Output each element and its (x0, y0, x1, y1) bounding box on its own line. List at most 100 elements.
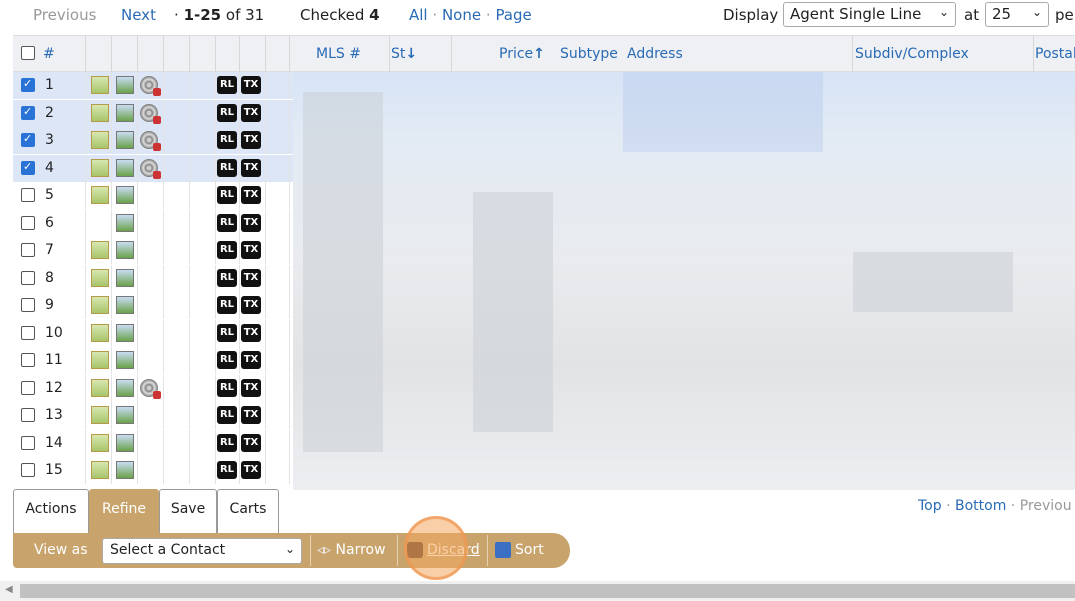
display-select[interactable]: Agent Single Line ⌄ (783, 2, 956, 27)
photo-alt-icon[interactable] (116, 131, 134, 149)
photo-icon[interactable] (91, 241, 109, 259)
row-checkbox[interactable] (21, 380, 35, 395)
row-checkbox[interactable] (21, 215, 35, 230)
tx-tag[interactable]: TX (241, 131, 261, 149)
film-reel-icon[interactable] (140, 158, 161, 179)
header-subtype[interactable]: Subtype (560, 46, 618, 62)
photo-icon[interactable] (91, 433, 109, 452)
film-reel-icon[interactable] (140, 103, 161, 124)
table-row[interactable]: 7 RL TX (13, 237, 293, 264)
table-row[interactable]: 9 RL TX (13, 292, 293, 319)
tab-carts[interactable]: Carts (217, 489, 279, 533)
table-row[interactable]: 11 RL TX (13, 347, 293, 374)
row-checkbox[interactable] (21, 298, 35, 312)
narrow-button[interactable]: ◃▹ Narrow (317, 542, 386, 558)
table-row[interactable]: 13 RL TX (13, 402, 293, 429)
rl-tag[interactable]: RL (217, 433, 237, 452)
per-page-select[interactable]: 25 ⌄ (985, 2, 1049, 27)
tx-tag[interactable]: TX (241, 296, 261, 314)
rl-tag[interactable]: RL (217, 241, 237, 259)
photo-alt-icon[interactable] (116, 296, 134, 314)
photo-icon[interactable] (91, 186, 109, 204)
photo-icon[interactable] (91, 268, 109, 287)
film-reel-icon[interactable] (140, 76, 161, 96)
row-checkbox[interactable] (21, 188, 35, 202)
photo-icon[interactable] (91, 296, 109, 314)
tx-tag[interactable]: TX (241, 76, 261, 94)
horizontal-scrollbar[interactable]: ◀ (0, 581, 1075, 601)
row-checkbox[interactable] (21, 408, 35, 422)
tx-tag[interactable]: TX (241, 433, 261, 452)
tx-tag[interactable]: TX (241, 378, 261, 397)
photo-alt-icon[interactable] (116, 268, 134, 287)
scroll-left-icon[interactable]: ◀ (5, 584, 13, 595)
photo-icon[interactable] (91, 461, 109, 479)
photo-icon[interactable] (91, 378, 109, 397)
row-checkbox[interactable] (21, 77, 35, 92)
tab-actions[interactable]: Actions (13, 489, 89, 533)
photo-icon[interactable] (91, 406, 109, 424)
header-status[interactable]: St↓ (391, 46, 417, 62)
rl-tag[interactable]: RL (217, 76, 237, 94)
table-row[interactable]: 5 RL TX (13, 182, 293, 209)
rl-tag[interactable]: RL (217, 186, 237, 204)
header-mls[interactable]: MLS # (316, 46, 361, 62)
tx-tag[interactable]: TX (241, 158, 261, 177)
tab-refine[interactable]: Refine (89, 489, 159, 533)
check-all-link[interactable]: All (409, 6, 428, 24)
table-row[interactable]: 2 RLTX (13, 99, 293, 127)
rl-tag[interactable]: RL (217, 323, 237, 342)
photo-alt-icon[interactable] (116, 378, 134, 397)
previous-link-bottom[interactable]: Previou (1020, 498, 1072, 514)
row-checkbox[interactable] (21, 325, 35, 340)
photo-icon[interactable] (91, 131, 109, 149)
table-row[interactable]: 6 RL TX (13, 209, 293, 237)
tx-tag[interactable]: TX (241, 268, 261, 287)
rl-tag[interactable]: RL (217, 158, 237, 177)
row-checkbox[interactable] (21, 105, 35, 120)
rl-tag[interactable]: RL (217, 213, 237, 232)
film-reel-icon[interactable] (140, 378, 161, 399)
sort-button[interactable]: Sort (495, 542, 544, 558)
top-link[interactable]: Top (918, 498, 942, 514)
rl-tag[interactable]: RL (217, 296, 237, 314)
header-num[interactable]: # (43, 46, 55, 62)
previous-link[interactable]: Previous (33, 6, 96, 24)
table-row[interactable]: 10 RL TX (13, 319, 293, 347)
header-address[interactable]: Address (627, 46, 683, 62)
rl-tag[interactable]: RL (217, 461, 237, 479)
photo-alt-icon[interactable] (116, 158, 134, 177)
rl-tag[interactable]: RL (217, 378, 237, 397)
table-row[interactable]: 1 RLTX (13, 72, 293, 99)
tx-tag[interactable]: TX (241, 406, 261, 424)
scrollbar-thumb[interactable] (20, 584, 1075, 598)
rl-tag[interactable]: RL (217, 406, 237, 424)
photo-alt-icon[interactable] (116, 186, 134, 204)
row-checkbox[interactable] (21, 160, 35, 175)
table-row[interactable]: 8 RL TX (13, 264, 293, 292)
select-all-checkbox[interactable] (21, 46, 35, 60)
bottom-link[interactable]: Bottom (955, 498, 1006, 514)
table-row[interactable]: 14 RL TX (13, 429, 293, 457)
photo-alt-icon[interactable] (116, 241, 134, 259)
photo-alt-icon[interactable] (116, 461, 134, 479)
photo-alt-icon[interactable] (116, 406, 134, 424)
row-checkbox[interactable] (21, 243, 35, 257)
table-row[interactable]: 15 RL TX (13, 457, 293, 484)
photo-icon[interactable] (91, 76, 109, 94)
tx-tag[interactable]: TX (241, 351, 261, 369)
table-row[interactable]: 4 RLTX (13, 154, 293, 182)
row-checkbox[interactable] (21, 270, 35, 285)
row-checkbox[interactable] (21, 132, 35, 147)
header-postal[interactable]: Postal (1035, 46, 1075, 62)
photo-icon[interactable] (91, 351, 109, 369)
photo-alt-icon[interactable] (116, 433, 134, 452)
check-page-link[interactable]: Page (495, 6, 531, 24)
check-none-link[interactable]: None (442, 6, 481, 24)
photo-alt-icon[interactable] (116, 323, 134, 342)
tx-tag[interactable]: TX (241, 461, 261, 479)
next-link[interactable]: Next (121, 6, 156, 24)
film-reel-icon[interactable] (140, 131, 161, 151)
photo-icon[interactable] (91, 323, 109, 342)
tab-save[interactable]: Save (159, 489, 217, 533)
